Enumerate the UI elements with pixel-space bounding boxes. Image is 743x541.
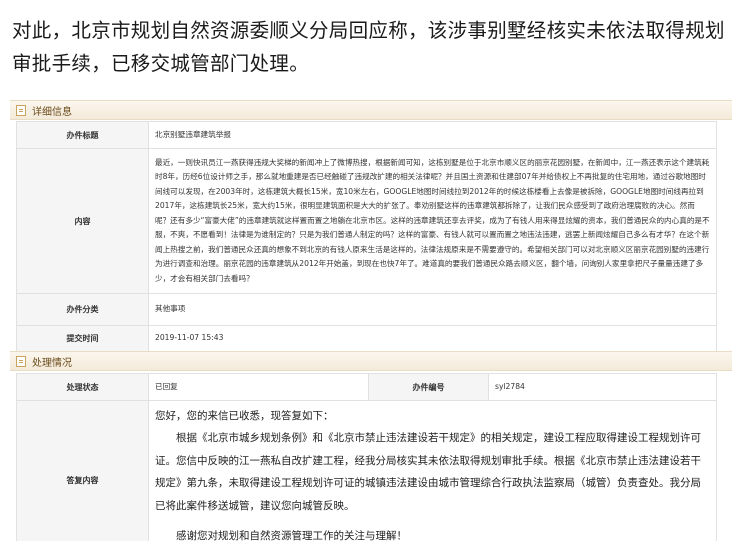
handling-table: 处理状态 已回复 办件编号 syl2784 答复内容 您好，您的来信已收悉，现答… [16, 373, 717, 541]
submit-time-row: 提交时间 2019-11-07 15:43 [16, 325, 717, 352]
reply-greeting: 您好，您的来信已收悉，现答复如下： [155, 410, 334, 422]
reply-row: 答复内容 您好，您的来信已收悉，现答复如下： 根据《北京市城乡规划条例》和《北京… [16, 400, 717, 541]
status-label: 处理状态 [16, 373, 149, 401]
details-section-title: 详细信息 [32, 106, 72, 118]
details-section-header: 详细信息 [10, 100, 732, 120]
details-table: 办件标题 北京别墅违章建筑举报 内容 最近，一则快讯员江一燕获得违规大奖梯的新闻… [16, 121, 717, 352]
reply-closing: 感谢您对规划和自然资源管理工作的关注与理解！ [176, 530, 407, 541]
category-row: 办件分类 其他事项 [16, 293, 717, 326]
subject-label: 办件标题 [16, 121, 149, 149]
reply-body: 根据《北京市城乡规划条例》和《北京市禁止违法建设若干规定》的相关规定，建设工程应… [155, 432, 701, 512]
submit-time-label: 提交时间 [16, 325, 149, 352]
category-value: 其他事项 [148, 293, 717, 326]
content-label: 内容 [16, 148, 149, 294]
content-value: 最近，一则快讯员江一燕获得违规大奖梯的新闻冲上了微博热搜，根据新闻可知，这栋别墅… [148, 148, 717, 294]
handling-section-header: 处理情况 [10, 351, 732, 371]
subject-row: 办件标题 北京别墅违章建筑举报 [16, 121, 717, 149]
category-label: 办件分类 [16, 293, 149, 326]
article-headline: 对此，北京市规划自然资源委顺义分局回应称，该涉事别墅经核实未依法取得规划审批手续… [12, 19, 725, 75]
case-no-value: syl2784 [488, 373, 717, 401]
document-icon [16, 104, 26, 116]
submit-time-value: 2019-11-07 15:43 [148, 325, 717, 352]
handling-section-title: 处理情况 [32, 357, 72, 369]
subject-value: 北京别墅违章建筑举报 [148, 121, 717, 149]
reply-cell: 您好，您的来信已收悉，现答复如下： 根据《北京市城乡规划条例》和《北京市禁止违法… [148, 400, 717, 541]
status-value: 已回复 [148, 373, 369, 401]
case-no-label: 办件编号 [368, 373, 489, 401]
reply-label: 答复内容 [16, 400, 149, 541]
content-row: 内容 最近，一则快讯员江一燕获得违规大奖梯的新闻冲上了微博热搜，根据新闻可知，这… [16, 148, 717, 294]
reply-letter: 您好，您的来信已收悉，现答复如下： 根据《北京市城乡规划条例》和《北京市禁止违法… [149, 401, 716, 541]
status-row: 处理状态 已回复 办件编号 syl2784 [16, 373, 717, 401]
document-icon [16, 355, 26, 367]
